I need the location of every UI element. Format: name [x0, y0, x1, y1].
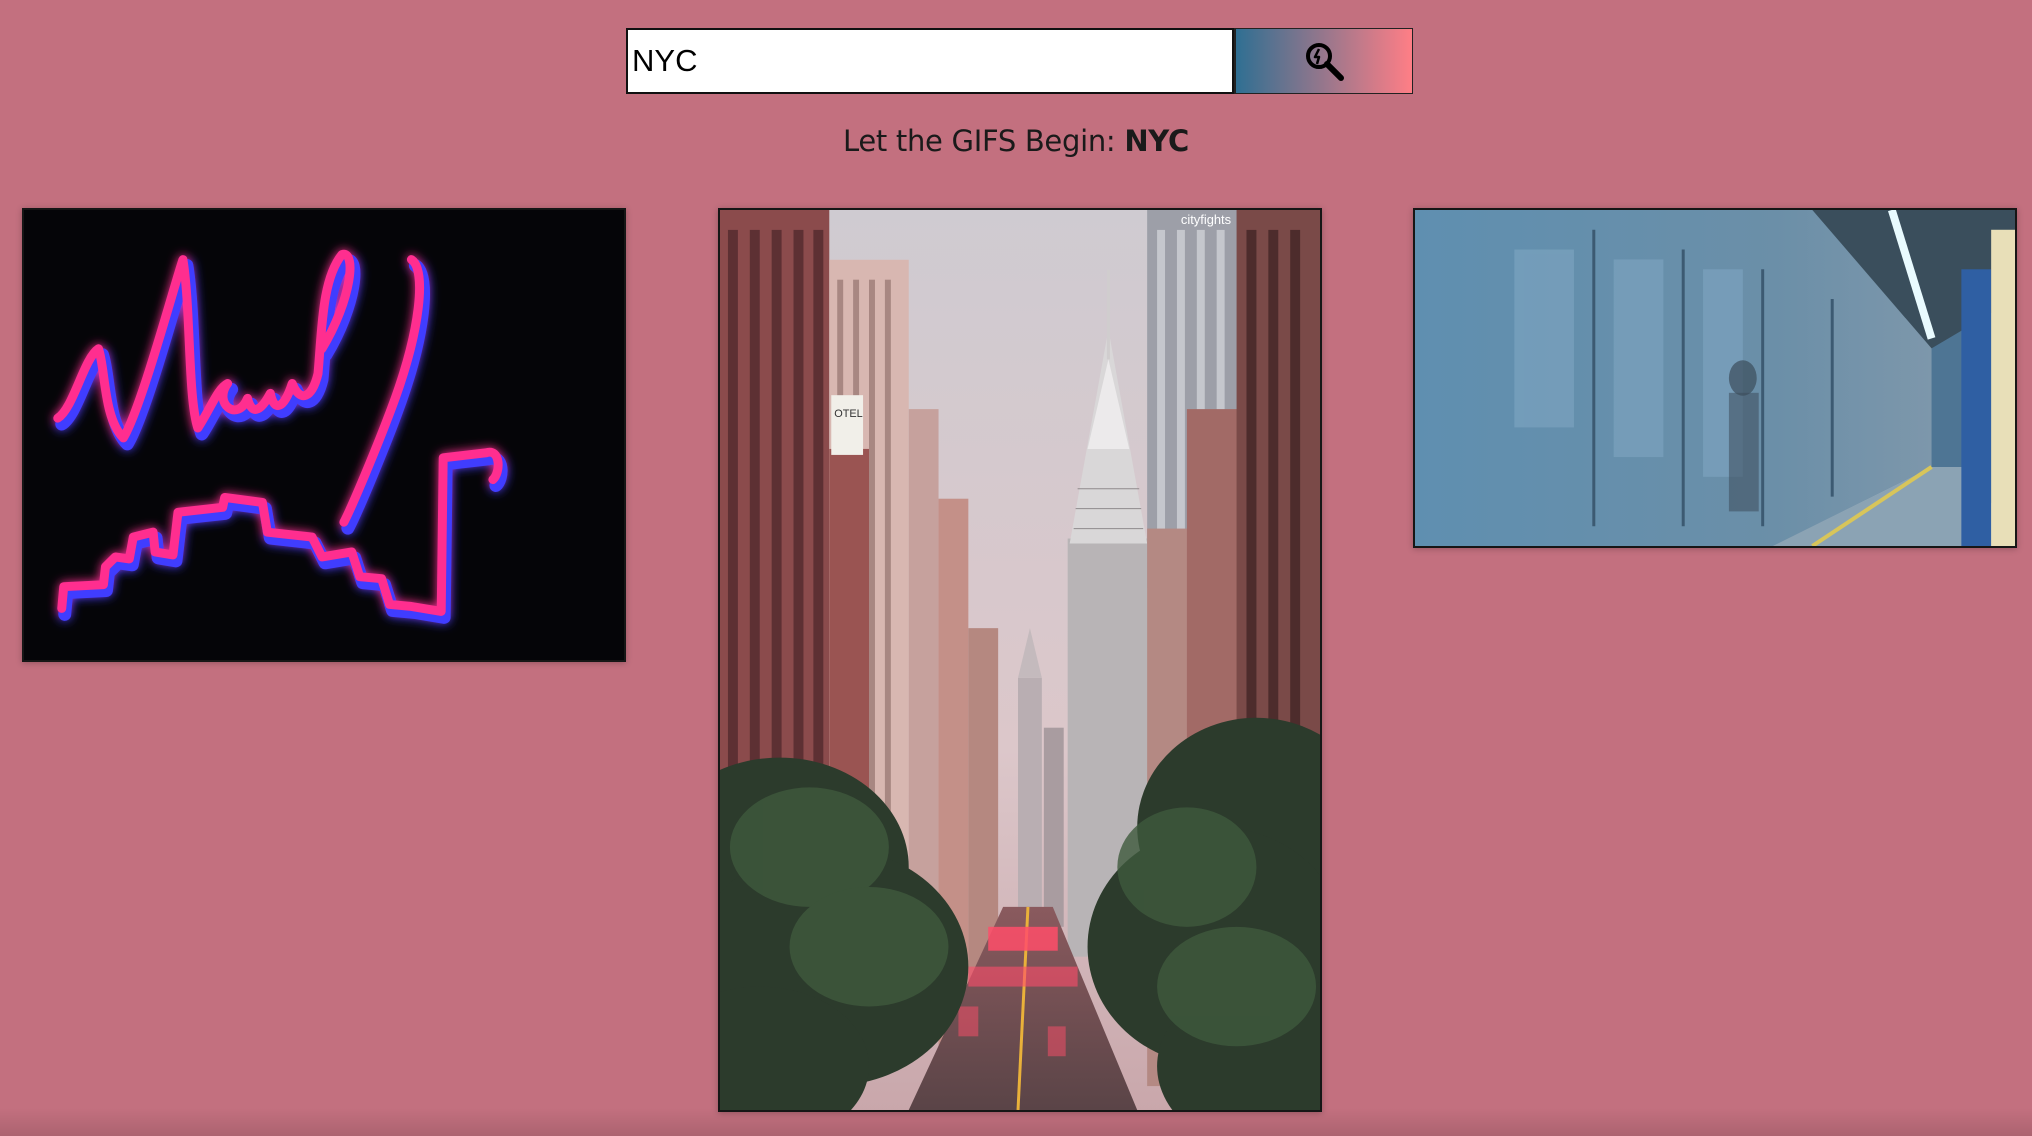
search-bar	[626, 28, 1413, 94]
gif-watermark: cityfights	[1181, 212, 1231, 227]
page: Let the GIFS Begin: NYC	[0, 0, 2032, 1136]
search-button[interactable]	[1234, 28, 1413, 94]
hotel-sign: OTEL	[834, 408, 862, 420]
search-input[interactable]	[626, 28, 1234, 94]
neon-new-york-skyline-gif	[24, 210, 624, 660]
results-heading: Let the GIFS Begin: NYC	[0, 124, 2032, 158]
subway-train-platform-gif	[1415, 210, 2015, 546]
bottom-shadow	[0, 1108, 2032, 1136]
search-icon	[1306, 43, 1344, 81]
gif-result-2[interactable]: OTEL cityfights	[718, 208, 1322, 1112]
heading-search-term: NYC	[1124, 124, 1189, 158]
gif-result-1[interactable]	[22, 208, 626, 662]
heading-prefix: Let the GIFS Begin:	[843, 124, 1125, 158]
city-street-skyscrapers-gif: OTEL cityfights	[720, 210, 1320, 1110]
gif-result-3[interactable]	[1413, 208, 2017, 548]
